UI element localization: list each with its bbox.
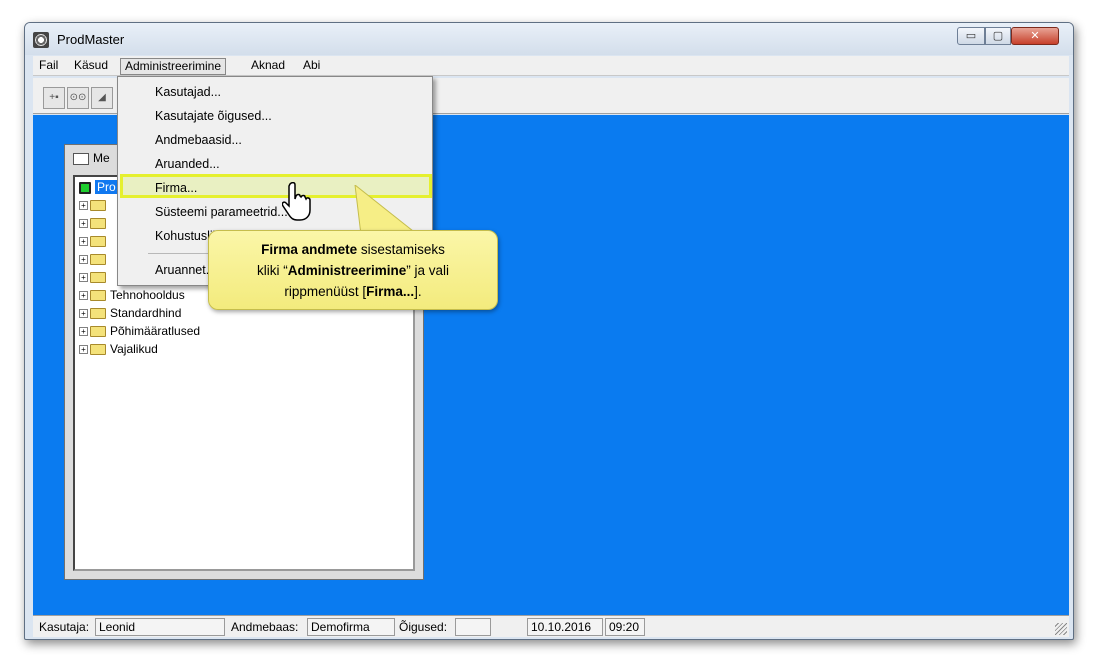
- menu-administreerimine[interactable]: Administreerimine: [120, 58, 227, 75]
- expand-icon[interactable]: +: [79, 345, 88, 355]
- hand-cursor-icon: [282, 182, 311, 221]
- folder-icon: [90, 200, 106, 212]
- callout-line-1: Firma andmete sisestamiseks: [209, 239, 497, 260]
- menu-item-aruannet[interactable]: Aruannet...: [155, 259, 216, 281]
- database-label: Andmebaas:: [231, 620, 299, 634]
- menu-item-andmebaasid[interactable]: Andmebaasid...: [155, 129, 242, 151]
- menu-item-systeemi-parameetrid[interactable]: Süsteemi parameetrid...: [155, 201, 288, 223]
- app-icon: [33, 32, 49, 48]
- folder-icon: [90, 272, 106, 284]
- maximize-button[interactable]: ▢: [985, 27, 1011, 45]
- folder-icon: [90, 326, 106, 338]
- tree-item[interactable]: +: [79, 251, 110, 267]
- tree-item-label: Põhimääratlused: [110, 324, 201, 338]
- callout-text-3: ” ja vali: [406, 263, 450, 278]
- eraser-icon[interactable]: ◢: [91, 87, 113, 109]
- callout-text-1: sisestamiseks: [357, 242, 445, 257]
- tree-item[interactable]: + Põhimääratlused: [79, 323, 200, 339]
- rights-value: [455, 618, 491, 636]
- menu-kasud[interactable]: Käsud: [70, 58, 112, 75]
- tree-root[interactable]: Pro: [79, 179, 118, 195]
- tree-item-label: Standardhind: [110, 306, 182, 320]
- tree-item[interactable]: + Vajalikud: [79, 341, 158, 357]
- user-value: Leonid: [95, 618, 225, 636]
- minimize-button[interactable]: ▭: [957, 27, 985, 45]
- status-bar: Kasutaja: Leonid Andmebaas: Demofirma Õi…: [33, 615, 1069, 637]
- binoculars-icon[interactable]: ⊙⊙: [67, 87, 89, 109]
- date-value: 10.10.2016: [527, 618, 603, 636]
- database-value: Demofirma: [307, 618, 395, 636]
- expand-icon[interactable]: +: [79, 255, 88, 265]
- tree-root-label: Pro: [95, 180, 118, 194]
- close-button[interactable]: ✕: [1011, 27, 1059, 45]
- window-title: ProdMaster: [57, 32, 125, 47]
- time-value: 09:20: [605, 618, 645, 636]
- child-window-title: Me: [73, 151, 110, 171]
- menu-item-kasutajad[interactable]: Kasutajad...: [155, 81, 221, 103]
- expand-icon[interactable]: +: [79, 273, 88, 283]
- expand-icon[interactable]: +: [79, 219, 88, 229]
- folder-icon: [90, 236, 106, 248]
- tree-item[interactable]: +: [79, 215, 110, 231]
- child-title-text: Me: [93, 151, 110, 165]
- tree-item[interactable]: + Tehnohooldus: [79, 287, 185, 303]
- tree-item-label: Tehnohooldus: [110, 288, 185, 302]
- instruction-callout: Firma andmete sisestamiseks kliki “Admin…: [208, 230, 498, 310]
- folder-icon: [90, 254, 106, 266]
- menu-item-aruanded[interactable]: Aruanded...: [155, 153, 220, 175]
- menu-item-kasutajate-oigused[interactable]: Kasutajate õigused...: [155, 105, 272, 127]
- expand-icon[interactable]: +: [79, 201, 88, 211]
- folder-icon: [90, 308, 106, 320]
- callout-line-3: rippmenüüst [Firma...].: [209, 281, 497, 302]
- tree-item[interactable]: + Standardhind: [79, 305, 181, 321]
- callout-text-2: kliki “: [256, 263, 288, 278]
- menu-abi[interactable]: Abi: [299, 58, 324, 75]
- rights-label: Õigused:: [399, 620, 448, 634]
- tree-item[interactable]: +: [79, 233, 110, 249]
- folder-icon: [90, 218, 106, 230]
- root-node-icon: [79, 181, 91, 194]
- tree-item-label: Vajalikud: [110, 342, 158, 356]
- window-icon: [73, 152, 89, 165]
- callout-bold-3: Firma...: [366, 284, 415, 299]
- menu-bar: Fail Käsud Administreerimine Aknad Abi: [33, 56, 1069, 76]
- tree-item[interactable]: +: [79, 269, 110, 285]
- expand-icon[interactable]: +: [79, 309, 88, 319]
- user-label: Kasutaja:: [39, 620, 90, 634]
- tree-item[interactable]: +: [79, 197, 110, 213]
- expand-icon[interactable]: +: [79, 237, 88, 247]
- folder-icon: [90, 344, 106, 356]
- menu-item-firma[interactable]: Firma...: [155, 177, 197, 199]
- title-bar: ProdMaster ▭ ▢ ✕: [25, 23, 1073, 55]
- callout-bold-1: Firma andmete: [261, 242, 358, 257]
- folder-icon: [90, 290, 106, 302]
- menu-aknad[interactable]: Aknad: [247, 58, 289, 75]
- resize-grip-icon[interactable]: [1055, 623, 1067, 635]
- add-record-icon[interactable]: +▪: [43, 87, 65, 109]
- callout-text-4: rippmenüüst [: [284, 284, 367, 299]
- callout-line-2: kliki “Administreerimine” ja vali: [209, 260, 497, 281]
- expand-icon[interactable]: +: [79, 327, 88, 337]
- menu-fail[interactable]: Fail: [35, 58, 62, 75]
- callout-bold-2: Administreerimine: [287, 263, 407, 278]
- expand-icon[interactable]: +: [79, 291, 88, 301]
- callout-text-5: ].: [414, 284, 422, 299]
- callout-tail: [354, 185, 415, 235]
